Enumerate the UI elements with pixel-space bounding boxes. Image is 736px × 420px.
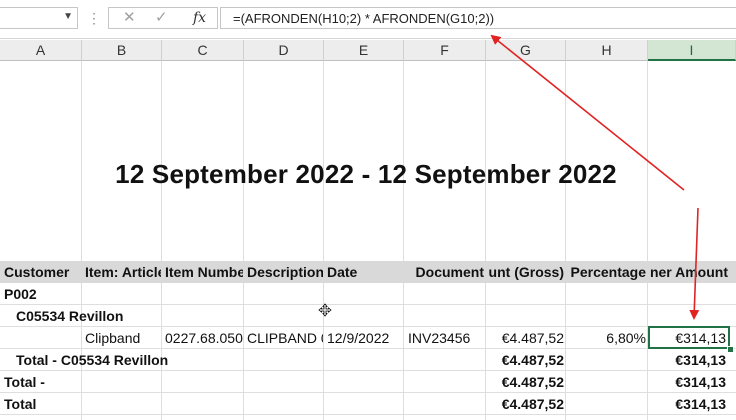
column-header-c[interactable]: C — [162, 40, 244, 61]
subgroup-label: C05534 Revillon — [16, 308, 124, 324]
total-subgroup-label: Total - C05534 Revillon — [16, 352, 169, 368]
header-amount: ner Amount — [650, 264, 728, 280]
group-label: P002 — [4, 286, 37, 302]
header-item-number: Item Number — [165, 264, 243, 280]
header-percentage: Percentage — [570, 264, 646, 280]
column-header-f[interactable]: F — [404, 40, 486, 61]
name-box[interactable]: ▼ — [0, 7, 78, 29]
header-customer: Customer — [4, 264, 70, 280]
header-date: Date — [327, 264, 358, 280]
total-group-label: Total - — [4, 374, 45, 390]
fill-handle[interactable] — [727, 346, 734, 353]
column-header-e[interactable]: E — [324, 40, 404, 61]
grid-line — [403, 61, 404, 420]
column-header-a[interactable]: A — [0, 40, 82, 61]
detail-document: INV23456 — [408, 330, 471, 346]
header-item-article: Item: Article — [85, 264, 161, 280]
total-group-gross: €4.487,52 — [501, 374, 564, 390]
grand-total-label: Total — [4, 396, 37, 412]
column-header-i[interactable]: I — [648, 40, 736, 61]
grid-line — [323, 61, 324, 420]
report-title: 12 September 2022 - 12 September 2022 — [115, 159, 617, 189]
column-header-d[interactable]: D — [244, 40, 324, 61]
selected-cell[interactable] — [648, 326, 730, 349]
formula-bar: ▼ ⋮ ✕ ✓ fx =(AFRONDEN(H10;2) * AFRONDEN(… — [0, 0, 736, 39]
grand-total-gross: €4.487,52 — [501, 396, 564, 412]
detail-date: 12/9/2022 — [327, 330, 390, 346]
grid-line — [0, 392, 736, 393]
grand-total-amount: €314,13 — [675, 396, 726, 412]
grid-line — [647, 61, 648, 420]
grid-line — [0, 414, 736, 415]
detail-gross: €4.487,52 — [501, 330, 564, 346]
chevron-down-icon[interactable]: ▼ — [63, 11, 73, 22]
column-header-g[interactable]: G — [486, 40, 566, 61]
column-header-h[interactable]: H — [566, 40, 648, 61]
formula-input[interactable]: =(AFRONDEN(H10;2) * AFRONDEN(G10;2)) — [220, 7, 736, 29]
cancel-icon[interactable]: ✕ — [123, 9, 136, 27]
detail-article: Clipband — [85, 330, 141, 346]
header-description: Description — [247, 264, 323, 280]
move-cursor-icon — [318, 303, 332, 317]
grid-line — [485, 61, 486, 420]
detail-item-number: 0227.68.050 — [165, 330, 243, 346]
drag-handle-icon[interactable]: ⋮ — [87, 9, 101, 27]
detail-description: CLIPBAND 0 — [247, 330, 323, 346]
total-group-amount: €314,13 — [675, 374, 726, 390]
detail-percentage: 6,80% — [606, 330, 646, 346]
total-subgroup-amount: €314,13 — [675, 352, 726, 368]
formula-buttons: ✕ ✓ fx — [108, 7, 218, 29]
enter-icon[interactable]: ✓ — [155, 9, 168, 27]
header-amount-gross: Amount (Gross) — [488, 264, 564, 280]
grid-line — [565, 61, 566, 420]
total-subgroup-gross: €4.487,52 — [501, 352, 564, 368]
header-document: Document — [415, 264, 484, 280]
insert-function-icon[interactable]: fx — [193, 9, 206, 27]
grid-line — [243, 61, 244, 420]
column-header-b[interactable]: B — [82, 40, 162, 61]
